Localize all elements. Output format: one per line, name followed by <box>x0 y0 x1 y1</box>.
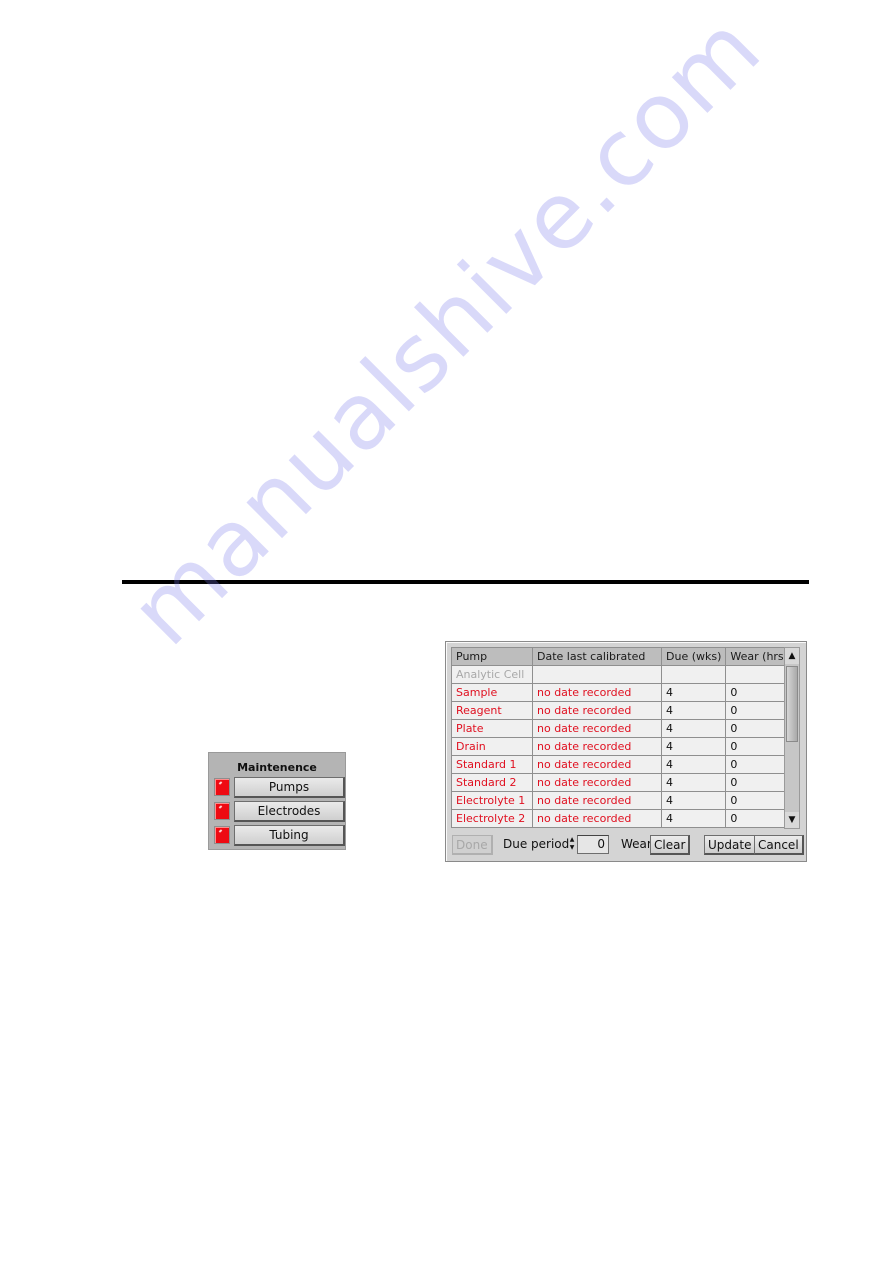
scrollbar-thumb[interactable] <box>786 666 798 742</box>
pump-name-cell[interactable]: Analytic Cell <box>451 665 533 684</box>
due-cell[interactable]: 4 <box>660 719 727 738</box>
due-period-input[interactable]: 0 <box>577 835 609 854</box>
table-row[interactable]: Analytic Cell <box>451 665 793 684</box>
table-row[interactable]: Standard 1 no date recorded 4 0 <box>451 755 793 774</box>
done-button[interactable]: Done <box>452 835 493 855</box>
date-cell[interactable] <box>532 665 662 684</box>
pump-name-cell[interactable]: Standard 1 <box>451 755 533 774</box>
pumps-button[interactable]: Pumps <box>234 777 345 798</box>
wear-cell[interactable]: 0 <box>725 791 793 810</box>
due-cell[interactable]: 4 <box>660 809 727 828</box>
date-cell[interactable]: no date recorded <box>532 701 662 720</box>
date-cell[interactable]: no date recorded <box>532 719 662 738</box>
spin-down-icon[interactable]: ▼ <box>568 844 576 852</box>
pump-name-cell[interactable]: Electrolyte 2 <box>451 809 533 828</box>
table-row[interactable]: Reagent no date recorded 4 0 <box>451 701 793 720</box>
wear-cell[interactable]: 0 <box>725 737 793 756</box>
pump-name-cell[interactable]: Sample <box>451 683 533 702</box>
due-cell[interactable]: 4 <box>660 755 727 774</box>
wear-cell[interactable]: 0 <box>725 701 793 720</box>
wear-cell[interactable]: 0 <box>725 809 793 828</box>
wear-cell[interactable]: 0 <box>725 773 793 792</box>
pump-calibration-panel: Pump Date last calibrated Due (wks) Wear… <box>445 641 807 862</box>
clear-button[interactable]: Clear <box>650 835 691 855</box>
column-header-wear[interactable]: Wear (hrs) <box>725 647 793 666</box>
maintenance-title: Maintenence <box>237 761 317 774</box>
pump-name-cell[interactable]: Standard 2 <box>451 773 533 792</box>
wear-label: Wear <box>621 837 652 851</box>
controls-bar: Done Due period ▲ ▼ 0 Wear Clear Update … <box>451 835 804 857</box>
maintenance-panel: Maintenence Pumps Electrodes Tubing <box>208 752 346 850</box>
watermark: manualshive.com <box>110 0 782 666</box>
maintenance-row-pumps: Pumps <box>212 777 345 799</box>
vertical-scrollbar[interactable]: ▲ ▼ <box>784 647 800 829</box>
wear-cell[interactable]: 0 <box>725 755 793 774</box>
spin-up-icon[interactable]: ▲ <box>568 836 576 844</box>
wear-cell[interactable]: 0 <box>725 719 793 738</box>
update-button[interactable]: Update <box>704 835 757 855</box>
due-cell[interactable]: 4 <box>660 791 727 810</box>
scroll-up-icon[interactable]: ▲ <box>785 648 799 664</box>
due-period-spinner[interactable]: ▲ ▼ <box>568 836 576 854</box>
date-cell[interactable]: no date recorded <box>532 773 662 792</box>
due-cell[interactable]: 4 <box>660 773 727 792</box>
wear-cell[interactable]: 0 <box>725 683 793 702</box>
maintenance-row-tubing: Tubing <box>212 825 345 847</box>
status-indicator-tubing <box>214 826 230 844</box>
date-cell[interactable]: no date recorded <box>532 791 662 810</box>
due-period-label: Due period <box>503 837 570 851</box>
pump-name-cell[interactable]: Drain <box>451 737 533 756</box>
pump-table: Pump Date last calibrated Due (wks) Wear… <box>451 647 793 828</box>
wear-cell[interactable] <box>725 665 793 684</box>
scroll-down-icon[interactable]: ▼ <box>785 812 799 828</box>
column-header-pump[interactable]: Pump <box>451 647 533 666</box>
tubing-button[interactable]: Tubing <box>234 825 345 846</box>
date-cell[interactable]: no date recorded <box>532 737 662 756</box>
table-row[interactable]: Drain no date recorded 4 0 <box>451 737 793 756</box>
table-row[interactable]: Electrolyte 2 no date recorded 4 0 <box>451 809 793 828</box>
table-row[interactable]: Electrolyte 1 no date recorded 4 0 <box>451 791 793 810</box>
date-cell[interactable]: no date recorded <box>532 683 662 702</box>
electrodes-button[interactable]: Electrodes <box>234 801 345 822</box>
date-cell[interactable]: no date recorded <box>532 809 662 828</box>
status-indicator-electrodes <box>214 802 230 820</box>
pump-name-cell[interactable]: Reagent <box>451 701 533 720</box>
cancel-button[interactable]: Cancel <box>754 835 804 855</box>
due-cell[interactable]: 4 <box>660 701 727 720</box>
table-header-row: Pump Date last calibrated Due (wks) Wear… <box>451 647 793 666</box>
horizontal-rule <box>122 580 809 584</box>
pump-name-cell[interactable]: Plate <box>451 719 533 738</box>
table-row[interactable]: Sample no date recorded 4 0 <box>451 683 793 702</box>
date-cell[interactable]: no date recorded <box>532 755 662 774</box>
table-row[interactable]: Plate no date recorded 4 0 <box>451 719 793 738</box>
column-header-date[interactable]: Date last calibrated <box>532 647 662 666</box>
due-cell[interactable] <box>660 665 727 684</box>
maintenance-row-electrodes: Electrodes <box>212 801 345 823</box>
status-indicator-pumps <box>214 778 230 796</box>
due-cell[interactable]: 4 <box>660 683 727 702</box>
table-row[interactable]: Standard 2 no date recorded 4 0 <box>451 773 793 792</box>
pump-name-cell[interactable]: Electrolyte 1 <box>451 791 533 810</box>
column-header-due[interactable]: Due (wks) <box>660 647 727 666</box>
due-cell[interactable]: 4 <box>660 737 727 756</box>
